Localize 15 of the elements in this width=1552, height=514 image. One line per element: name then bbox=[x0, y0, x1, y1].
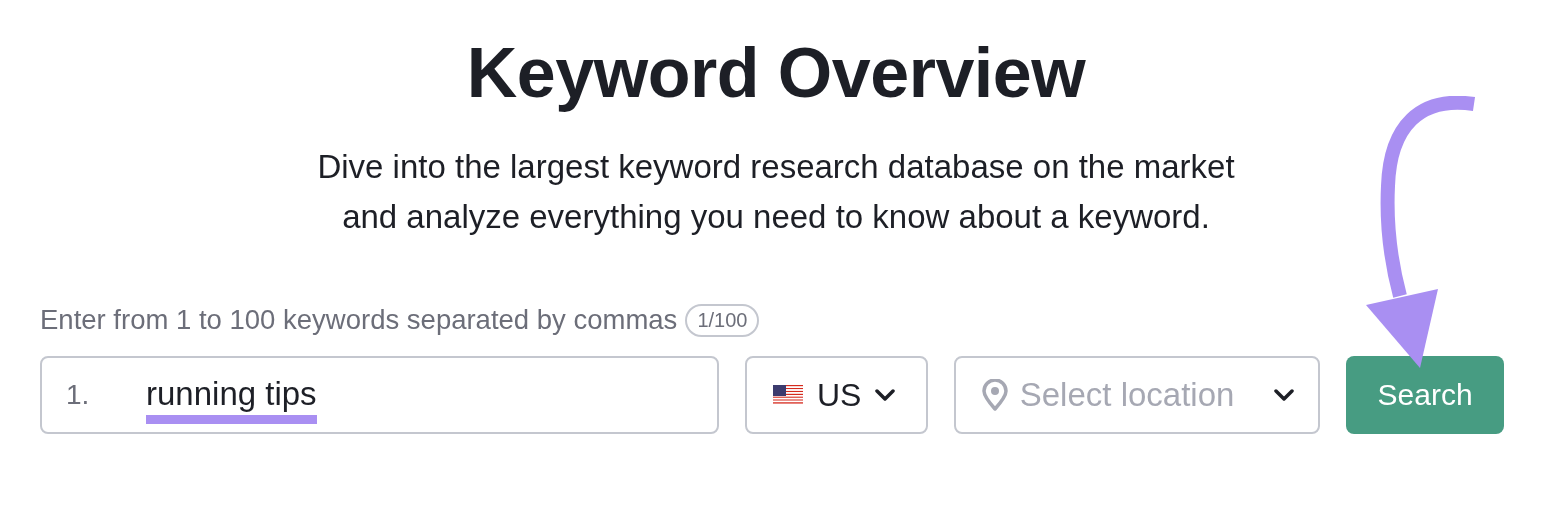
country-select[interactable]: US bbox=[744, 356, 928, 434]
keyword-input-field[interactable]: 1. running tips bbox=[40, 356, 719, 434]
location-placeholder: Select location bbox=[1019, 376, 1236, 414]
line-number: 1. bbox=[66, 379, 91, 411]
subtitle-text: and analyze everything you need to know about a keyword. bbox=[342, 197, 1210, 237]
keyword-value: running tips bbox=[146, 375, 317, 424]
chevron-down-icon bbox=[875, 389, 896, 401]
flag-icon bbox=[772, 385, 803, 405]
subtitle-text: Dive into the largest keyword research database on the market bbox=[317, 147, 1235, 187]
country-value: US bbox=[816, 376, 862, 414]
field-label: Enter from 1 to 100 keywords separated by commas bbox=[40, 304, 678, 336]
location-pin-icon bbox=[981, 379, 1008, 411]
keyword-count: 1/100 bbox=[685, 303, 760, 337]
page-title: Keyword Overview bbox=[466, 33, 1086, 114]
chevron-down-icon bbox=[1274, 389, 1295, 401]
